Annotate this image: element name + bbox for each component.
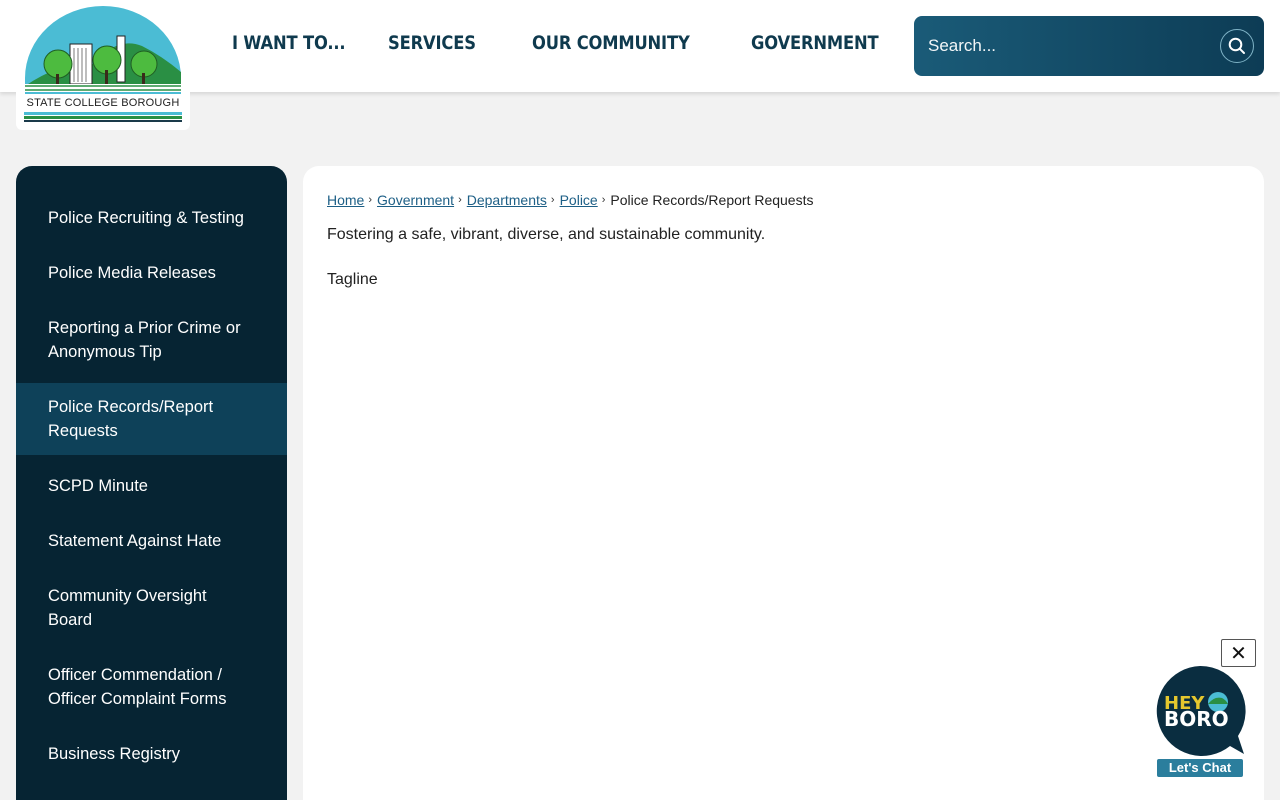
- breadcrumb-separator: ›: [601, 194, 606, 206]
- nav-our-community[interactable]: OUR COMMUNITY: [532, 32, 690, 54]
- sidebar-item-scpd-minute[interactable]: SCPD Minute: [16, 462, 287, 510]
- search-input[interactable]: [914, 16, 1214, 76]
- nav-government[interactable]: GOVERNMENT: [751, 32, 879, 54]
- nav-i-want-to[interactable]: I WANT TO...: [232, 32, 346, 54]
- tagline-label: Tagline: [327, 271, 378, 288]
- logo-text: STATE COLLEGE BOROUGH: [26, 97, 180, 109]
- main-content: Home › Government › Departments › Police…: [303, 166, 1264, 800]
- breadcrumb-current: Police Records/Report Requests: [610, 192, 814, 208]
- sidebar-item-community-oversight-board[interactable]: Community Oversight Board: [16, 572, 287, 644]
- sidebar-item-business-registry[interactable]: Business Registry: [16, 730, 287, 778]
- search-button[interactable]: [1220, 29, 1254, 63]
- search-icon: [1228, 37, 1245, 54]
- sidebar-item-police-media-releases[interactable]: Police Media Releases: [16, 249, 287, 297]
- sidebar-item-reporting-prior-crime[interactable]: Reporting a Prior Crime or Anonymous Tip: [16, 304, 287, 376]
- breadcrumb-separator: ›: [368, 194, 373, 206]
- breadcrumb-separator: ›: [458, 194, 462, 206]
- close-icon: ✕: [1230, 642, 1247, 665]
- site-logo[interactable]: STATE COLLEGE BOROUGH: [16, 0, 190, 130]
- sidebar-item-police-records[interactable]: Police Records/Report Requests: [16, 383, 287, 455]
- breadcrumb-departments[interactable]: Departments: [467, 192, 547, 208]
- search-bar: [914, 16, 1264, 76]
- chat-boro-text: BORO: [1164, 707, 1229, 731]
- chat-close-button[interactable]: ✕: [1221, 639, 1256, 667]
- sidebar-item-police-recruiting[interactable]: Police Recruiting & Testing: [16, 194, 287, 242]
- sidebar-nav: Police Recruiting & Testing Police Media…: [16, 166, 287, 800]
- breadcrumb-home[interactable]: Home: [327, 192, 364, 208]
- breadcrumb-police[interactable]: Police: [560, 192, 598, 208]
- breadcrumb: Home › Government › Departments › Police…: [327, 192, 1240, 208]
- breadcrumb-separator: ›: [550, 194, 555, 206]
- nav-services[interactable]: SERVICES: [388, 32, 476, 54]
- sidebar-item-officer-commendation[interactable]: Officer Commendation / Officer Complaint…: [16, 651, 287, 723]
- borough-logo-icon: [25, 6, 181, 94]
- lets-chat-button[interactable]: Let's Chat: [1157, 759, 1243, 777]
- logo-stripes: [24, 112, 182, 122]
- breadcrumb-government[interactable]: Government: [377, 192, 454, 208]
- tagline-text: Fostering a safe, vibrant, diverse, and …: [327, 226, 766, 243]
- sidebar-item-statement-against-hate[interactable]: Statement Against Hate: [16, 517, 287, 565]
- hey-boro-chat-bubble[interactable]: HEY BORO: [1152, 664, 1248, 760]
